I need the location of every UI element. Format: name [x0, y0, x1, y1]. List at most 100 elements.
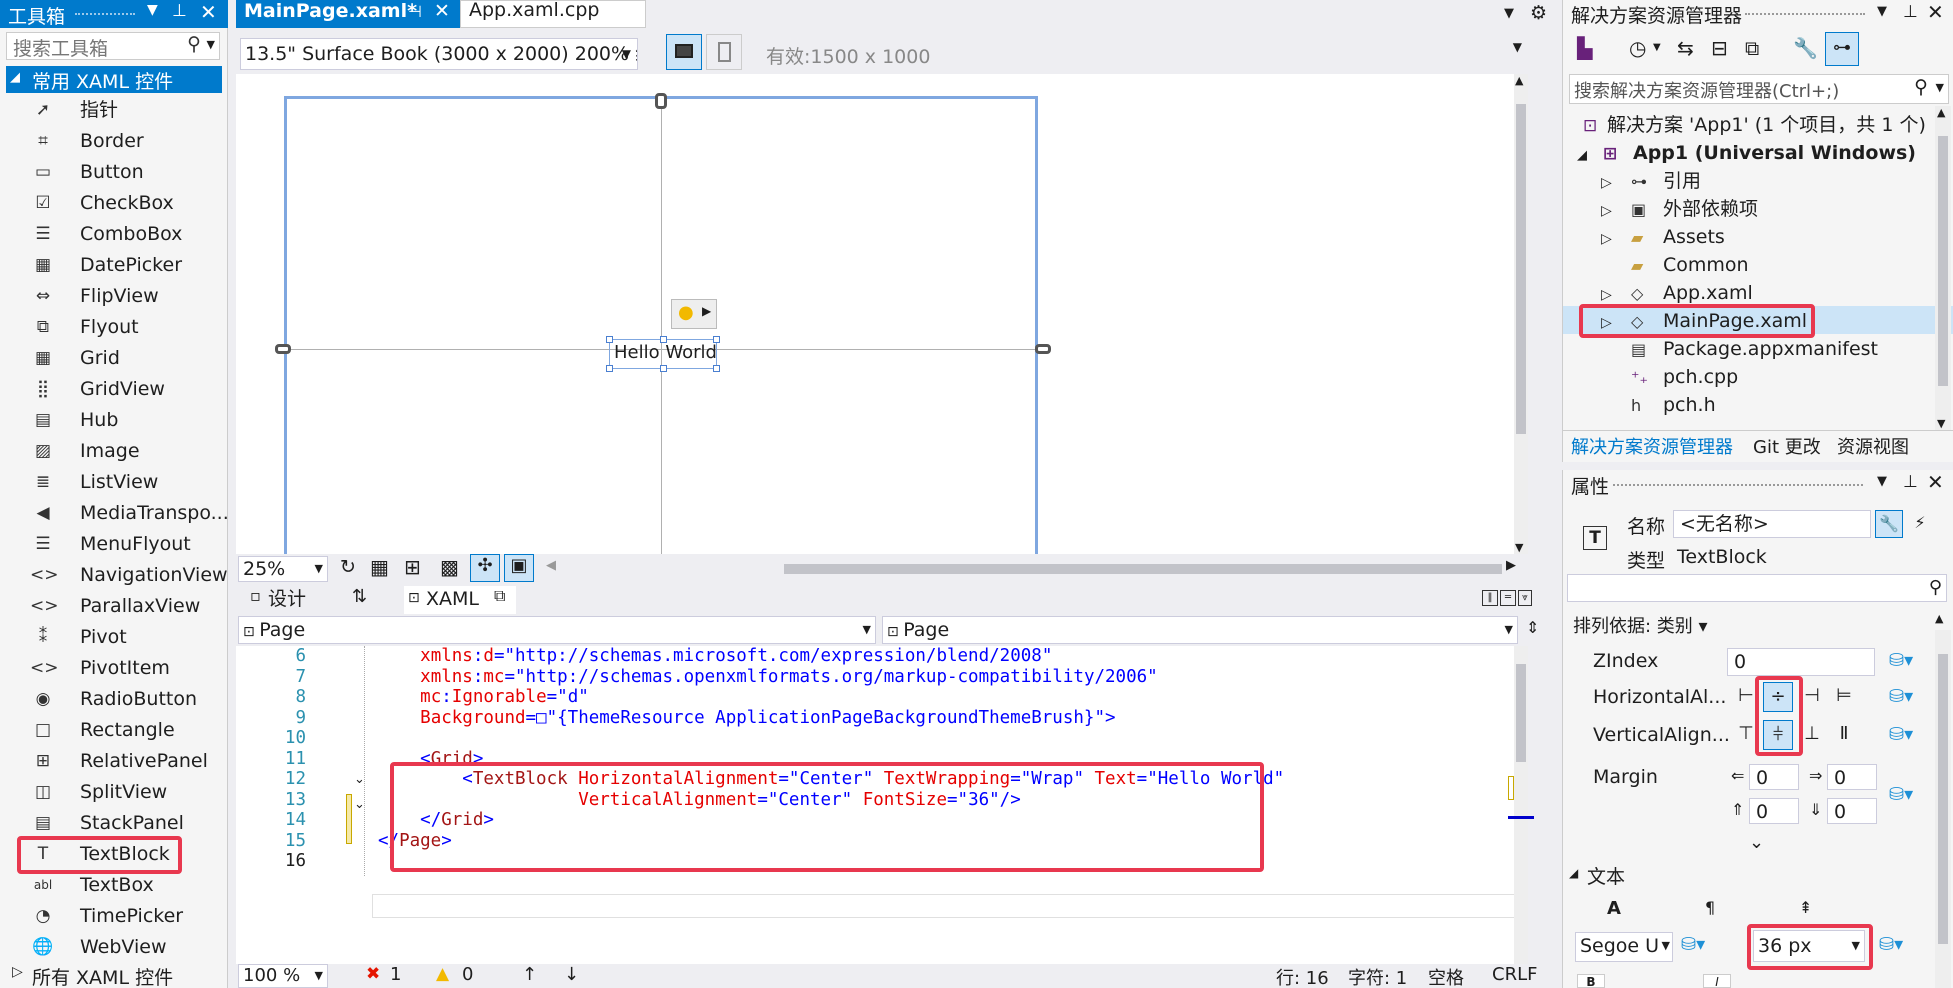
- toolbox-item-datepicker[interactable]: ▦ DatePicker: [16, 250, 216, 281]
- property-search-input[interactable]: ⚲: [1567, 574, 1947, 602]
- toolbox-item-stackpanel[interactable]: ▤ StackPanel: [16, 808, 216, 839]
- hscroll-right-icon[interactable]: ▶: [1506, 558, 1516, 573]
- bold-button[interactable]: B: [1577, 974, 1605, 988]
- scroll-thumb[interactable]: [1938, 136, 1948, 386]
- margin-top-input[interactable]: 0: [1749, 798, 1799, 824]
- events-bolt-button[interactable]: ⚡: [1907, 510, 1933, 538]
- resource-db-icon[interactable]: ⛁▾: [1889, 686, 1913, 707]
- history-icon[interactable]: ◷: [1629, 36, 1646, 60]
- toolbox-item-image[interactable]: ▨ Image: [16, 436, 216, 467]
- toolbox-footer-section[interactable]: ▷ 所有 XAML 控件: [6, 962, 222, 988]
- toolbox-item-combobox[interactable]: ☰ ComboBox: [16, 219, 216, 250]
- toolbox-item-textbox[interactable]: abl TextBox: [16, 870, 216, 901]
- margin-bottom-input[interactable]: 0: [1827, 798, 1877, 824]
- toolbox-item-splitview[interactable]: ◫ SplitView: [16, 777, 216, 808]
- toolbox-item-pivot[interactable]: ⁑ Pivot: [16, 622, 216, 653]
- settings-gear-icon[interactable]: ⚙: [1530, 2, 1547, 24]
- tree-item[interactable]: ⁺₊ pch.cpp: [1601, 363, 1738, 391]
- toolbox-section-header[interactable]: ◢ 常用 XAML 控件: [6, 66, 222, 93]
- tree-item[interactable]: h pch.h: [1601, 391, 1716, 419]
- scroll-up-icon[interactable]: ▲: [1515, 74, 1523, 87]
- valign-stretch-icon[interactable]: Ⅱ: [1829, 720, 1859, 750]
- se-vscrollbar[interactable]: ▲ ▼: [1935, 106, 1951, 430]
- toolbox-item-button[interactable]: ▭ Button: [16, 157, 216, 188]
- expander-icon[interactable]: ▷: [1601, 225, 1631, 253]
- text-section-header[interactable]: ◢ 文本: [1563, 860, 1953, 890]
- pin-icon[interactable]: ⊥: [172, 1, 187, 21]
- tab-close-icon[interactable]: ✕: [434, 0, 450, 22]
- code-editor[interactable]: ⌄ ⌄ 6 xmlns:d="http://schemas.microsoft.…: [236, 646, 1528, 964]
- split-vertical-icon[interactable]: ‖: [1482, 590, 1498, 606]
- selection-handle[interactable]: [713, 365, 720, 372]
- tree-item[interactable]: ▷ ▰ Assets: [1601, 223, 1725, 251]
- properties-wrench-button[interactable]: 🔧: [1875, 510, 1903, 538]
- warning-count[interactable]: 0: [462, 964, 473, 985]
- dropdown-icon[interactable]: ▼: [1877, 4, 1887, 19]
- device-selector[interactable]: 13.5" Surface Book (3000 x 2000) 200% 缩 …: [240, 38, 638, 70]
- tree-item[interactable]: ▷ ◇ App.xaml: [1601, 279, 1753, 307]
- tab-overflow-icon[interactable]: ▼: [1504, 6, 1514, 21]
- margin-left-input[interactable]: 0: [1749, 764, 1799, 790]
- selection-handle[interactable]: [606, 365, 613, 372]
- split-adjust-icon[interactable]: ⇕: [1526, 618, 1539, 637]
- tree-project-node[interactable]: ◢ ⊞ App1 (Universal Windows): [1577, 139, 1916, 167]
- nav-down-icon[interactable]: ↓: [564, 964, 579, 985]
- tab-design[interactable]: ▫ 设计: [250, 584, 320, 612]
- tab-git-changes[interactable]: Git 更改: [1753, 433, 1821, 459]
- toolbox-item-border[interactable]: ⌗ Border: [16, 126, 216, 157]
- textblock-selection[interactable]: Hello World: [606, 336, 720, 372]
- resource-db-icon[interactable]: ⛁▾: [1889, 784, 1913, 805]
- search-dropdown-icon[interactable]: ▼: [1936, 81, 1944, 94]
- dropdown-icon[interactable]: ▼: [147, 2, 158, 18]
- top-anchor-handle[interactable]: [655, 93, 667, 109]
- scroll-up-icon[interactable]: ▲: [1937, 106, 1945, 119]
- portrait-button[interactable]: [706, 34, 742, 70]
- toolbox-item-relativepanel[interactable]: ⊞ RelativePanel: [16, 746, 216, 777]
- scroll-thumb[interactable]: [1938, 654, 1948, 944]
- toolbox-item-flipview[interactable]: ⇔ FlipView: [16, 281, 216, 312]
- editor-zoom-dropdown[interactable]: 100 % ▼: [238, 964, 328, 988]
- tab-pin-icon[interactable]: ⊣: [408, 2, 422, 21]
- scope-left-dropdown[interactable]: ⊡ Page ▼: [238, 616, 876, 644]
- toolbox-item-listview[interactable]: ≣ ListView: [16, 467, 216, 498]
- split-horizontal-icon[interactable]: ═: [1500, 590, 1516, 606]
- refresh-icon[interactable]: ↻: [340, 556, 356, 578]
- toolbox-item-hub[interactable]: ▤ Hub: [16, 405, 216, 436]
- search-dropdown-icon[interactable]: ▼: [207, 38, 215, 51]
- collapse-all-icon[interactable]: ⊟: [1711, 36, 1728, 60]
- grid-toggle-icon[interactable]: ▦: [370, 555, 389, 579]
- halign-stretch-icon[interactable]: ⊨: [1829, 682, 1859, 712]
- toolbox-item-webview[interactable]: 🌐 WebView: [16, 932, 216, 963]
- tab-solution-explorer[interactable]: 解决方案资源管理器: [1571, 433, 1733, 459]
- scope-right-dropdown[interactable]: ⊡ Page ▼: [882, 616, 1518, 644]
- history-dropdown-icon[interactable]: ▼: [1653, 42, 1661, 53]
- toolbar-dropdown-icon[interactable]: ▼: [1513, 40, 1522, 54]
- tab-app-cpp[interactable]: App.xaml.cpp: [460, 0, 646, 28]
- fold-toggle-icon[interactable]: ⌄: [354, 797, 365, 812]
- toolbox-search-input[interactable]: 搜索工具箱: [13, 34, 108, 61]
- paragraph-tab-icon[interactable]: ¶: [1705, 898, 1715, 917]
- snap-lines-icon[interactable]: ✣: [470, 554, 500, 582]
- quick-actions-button[interactable]: ● ▶: [671, 299, 717, 329]
- artboard-bg-icon[interactable]: ▩: [440, 555, 459, 579]
- tree-item[interactable]: ▤ Package.appxmanifest: [1601, 335, 1878, 363]
- close-icon[interactable]: ✕: [200, 0, 217, 24]
- toolbox-item-parallaxview[interactable]: <> ParallaxView: [16, 591, 216, 622]
- hscroll-thumb[interactable]: [784, 564, 1502, 574]
- switch-views-icon[interactable]: ▙: [1577, 36, 1592, 60]
- zoom-selector[interactable]: 25% ▼: [238, 556, 328, 582]
- landscape-button[interactable]: [666, 34, 702, 70]
- status-eol[interactable]: CRLF: [1492, 964, 1537, 985]
- code-scroll-thumb[interactable]: [1516, 664, 1526, 762]
- tab-resource-view[interactable]: 资源视图: [1837, 433, 1909, 459]
- close-icon[interactable]: ✕: [1927, 0, 1944, 24]
- toolbox-search[interactable]: 搜索工具箱 ⚲ ▼: [6, 32, 220, 60]
- toolbox-item-navigationview[interactable]: <> NavigationView: [16, 560, 228, 591]
- resource-db-icon[interactable]: ⛁▾: [1889, 724, 1913, 745]
- scroll-down-icon[interactable]: ▼: [1937, 417, 1945, 430]
- expand-more-icon[interactable]: ⌄: [1749, 832, 1764, 853]
- tree-item[interactable]: ▷ ⊶ 引用: [1601, 167, 1701, 195]
- scroll-thumb[interactable]: [1516, 104, 1526, 434]
- fold-toggle-icon[interactable]: ⌄: [354, 772, 365, 787]
- search-icon[interactable]: ⚲: [1914, 76, 1928, 98]
